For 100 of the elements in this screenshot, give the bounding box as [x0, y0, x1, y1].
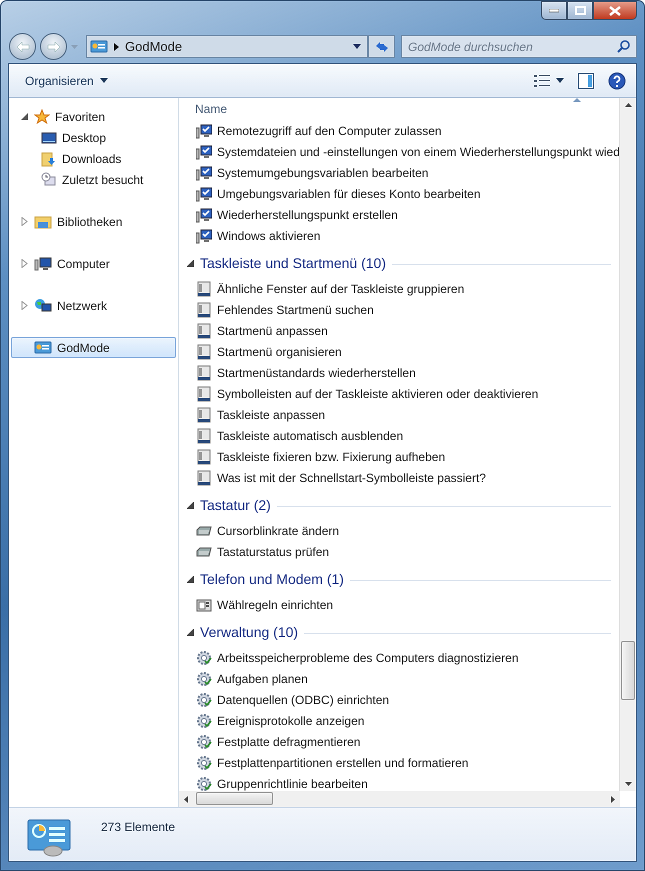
- taskbar-icon: [196, 344, 212, 360]
- list-item[interactable]: Taskleiste anpassen: [187, 404, 619, 425]
- list-item[interactable]: Startmenü anpassen: [187, 320, 619, 341]
- gear-icon: [196, 776, 212, 791]
- forward-button[interactable]: [40, 33, 67, 60]
- item-count: 273 Elemente: [101, 820, 176, 834]
- list-item[interactable]: Remotezugriff auf den Computer zulassen: [187, 120, 619, 141]
- collapse-arrow-icon: [187, 576, 194, 583]
- navigation-label: Downloads: [62, 152, 122, 166]
- address-text: GodMode: [125, 39, 184, 54]
- taskbar-icon: [196, 302, 212, 318]
- navigation-item[interactable]: Desktop: [11, 127, 176, 148]
- preview-pane-button[interactable]: [576, 70, 596, 90]
- library-icon: [34, 214, 52, 230]
- arrow-right-icon: [46, 40, 60, 52]
- item-label: Festplatte defragmentieren: [217, 734, 360, 748]
- help-icon: [608, 72, 626, 90]
- navigation-item[interactable]: GodMode: [11, 337, 176, 358]
- address-bar[interactable]: GodMode: [86, 35, 368, 58]
- computer-check-icon: [196, 206, 212, 222]
- list-item[interactable]: Was ist mit der Schnellstart-Symbolleiste passiert?: [187, 467, 619, 488]
- item-label: Symbolleisten auf der Taskleiste aktivieren oder deaktivieren: [217, 386, 538, 400]
- navigation-item[interactable]: Favoriten: [11, 106, 176, 127]
- view-list-icon: [534, 74, 550, 88]
- minimize-button[interactable]: [541, 1, 567, 20]
- item-label: Windows aktivieren: [217, 228, 320, 242]
- back-button[interactable]: [9, 33, 36, 60]
- list-item[interactable]: Cursorblinkrate ändern: [187, 520, 619, 541]
- scroll-thumb[interactable]: [621, 641, 635, 700]
- list-item[interactable]: Tastaturstatus prüfen: [187, 541, 619, 562]
- list-item[interactable]: Symbolleisten auf der Taskleiste aktivieren oder deaktivieren: [187, 383, 619, 404]
- navigation-item[interactable]: Computer: [11, 253, 176, 274]
- navigation-item[interactable]: Bibliotheken: [11, 211, 176, 232]
- list-item[interactable]: Datenquellen (ODBC) einrichten: [187, 689, 619, 710]
- list-item[interactable]: Fehlendes Startmenü suchen: [187, 299, 619, 320]
- scroll-left-icon[interactable]: [184, 796, 188, 802]
- search-field[interactable]: GodMode durchsuchen: [401, 35, 637, 58]
- navigation-label: Desktop: [62, 130, 106, 144]
- horizontal-scrollbar[interactable]: [179, 791, 620, 807]
- navigation-label: Computer: [57, 256, 110, 270]
- close-button[interactable]: [593, 1, 637, 20]
- scroll-down-icon[interactable]: [624, 782, 632, 786]
- taskbar-icon: [196, 448, 212, 464]
- list-item[interactable]: Wählregeln einrichten: [187, 594, 619, 615]
- list-item[interactable]: Ereignisprotokolle anzeigen: [187, 710, 619, 731]
- name-column-header[interactable]: Name: [187, 98, 619, 120]
- list-item[interactable]: Ähnliche Fenster auf der Taskleiste gruppieren: [187, 278, 619, 299]
- star-icon: [34, 108, 50, 124]
- list-item[interactable]: Wiederherstellungspunkt erstellen: [187, 204, 619, 225]
- group-header[interactable]: Taskleiste und Startmenü (10): [187, 254, 386, 273]
- list-item[interactable]: Festplattenpartitionen erstellen und formatieren: [187, 752, 619, 773]
- item-label: Fehlendes Startmenü suchen: [217, 302, 374, 316]
- dropdown-caret-icon[interactable]: [353, 44, 361, 49]
- close-icon: [609, 6, 621, 16]
- control-panel-icon: [27, 819, 71, 857]
- group-header[interactable]: Verwaltung (10): [187, 623, 298, 642]
- gear-icon: [196, 670, 212, 686]
- list-item[interactable]: Startmenüstandards wiederherstellen: [187, 362, 619, 383]
- preview-pane-icon: [578, 72, 594, 88]
- scroll-thumb[interactable]: [196, 792, 273, 805]
- list-item[interactable]: Systemumgebungsvariablen bearbeiten: [187, 162, 619, 183]
- organize-button[interactable]: Organisieren: [19, 70, 114, 90]
- item-label: Festplattenpartitionen erstellen und formatieren: [217, 756, 468, 770]
- navigation-item[interactable]: Netzwerk: [11, 295, 176, 316]
- taskbar-icon: [196, 470, 212, 486]
- list-item[interactable]: Festplatte defragmentieren: [187, 731, 619, 752]
- navigation-label: Favoriten: [55, 110, 106, 124]
- gear-icon: [196, 650, 212, 666]
- list-item[interactable]: Arbeitsspeicherprobleme des Computers diagnostizieren: [187, 647, 619, 668]
- item-label: Startmenü anpassen: [217, 324, 328, 338]
- list-item[interactable]: Taskleiste automatisch ausblenden: [187, 425, 619, 446]
- group-header[interactable]: Telefon und Modem (1): [187, 570, 344, 589]
- recent-places-icon: [41, 172, 57, 188]
- list-item[interactable]: Umgebungsvariablen für dieses Konto bearbeiten: [187, 183, 619, 204]
- list-item[interactable]: Startmenü organisieren: [187, 341, 619, 362]
- search-icon[interactable]: [617, 40, 630, 53]
- expand-arrow-icon[interactable]: [20, 112, 29, 121]
- item-label: Remotezugriff auf den Computer zulassen: [217, 124, 442, 138]
- computer-check-icon: [196, 228, 212, 244]
- list-item[interactable]: Taskleiste fixieren bzw. Fixierung aufheben: [187, 446, 619, 467]
- item-label: Umgebungsvariablen für dieses Konto bearbeiten: [217, 186, 481, 200]
- help-button[interactable]: [606, 70, 628, 92]
- list-item[interactable]: Systemdateien und -einstellungen von einem Wiederherstellungspunkt wied: [187, 141, 619, 162]
- list-item[interactable]: Windows aktivieren: [187, 225, 619, 246]
- minimize-icon: [549, 8, 559, 12]
- scroll-up-icon[interactable]: [624, 103, 632, 107]
- maximize-button[interactable]: [567, 1, 593, 20]
- list-item[interactable]: Gruppenrichtlinie bearbeiten: [187, 773, 619, 791]
- scroll-right-icon[interactable]: [611, 796, 615, 802]
- navigation-item[interactable]: Downloads: [11, 148, 176, 169]
- group-header[interactable]: Tastatur (2): [187, 496, 271, 515]
- item-label: Tastaturstatus prüfen: [217, 544, 330, 558]
- refresh-button[interactable]: [368, 35, 395, 58]
- taskbar-icon: [196, 386, 212, 402]
- control-panel-icon: [34, 340, 52, 356]
- navigation-item[interactable]: Zuletzt besucht: [11, 169, 176, 190]
- maximize-icon: [574, 6, 586, 15]
- navigation-label: Netzwerk: [57, 298, 108, 312]
- list-item[interactable]: Aufgaben planen: [187, 668, 619, 689]
- vertical-scrollbar[interactable]: [619, 98, 636, 791]
